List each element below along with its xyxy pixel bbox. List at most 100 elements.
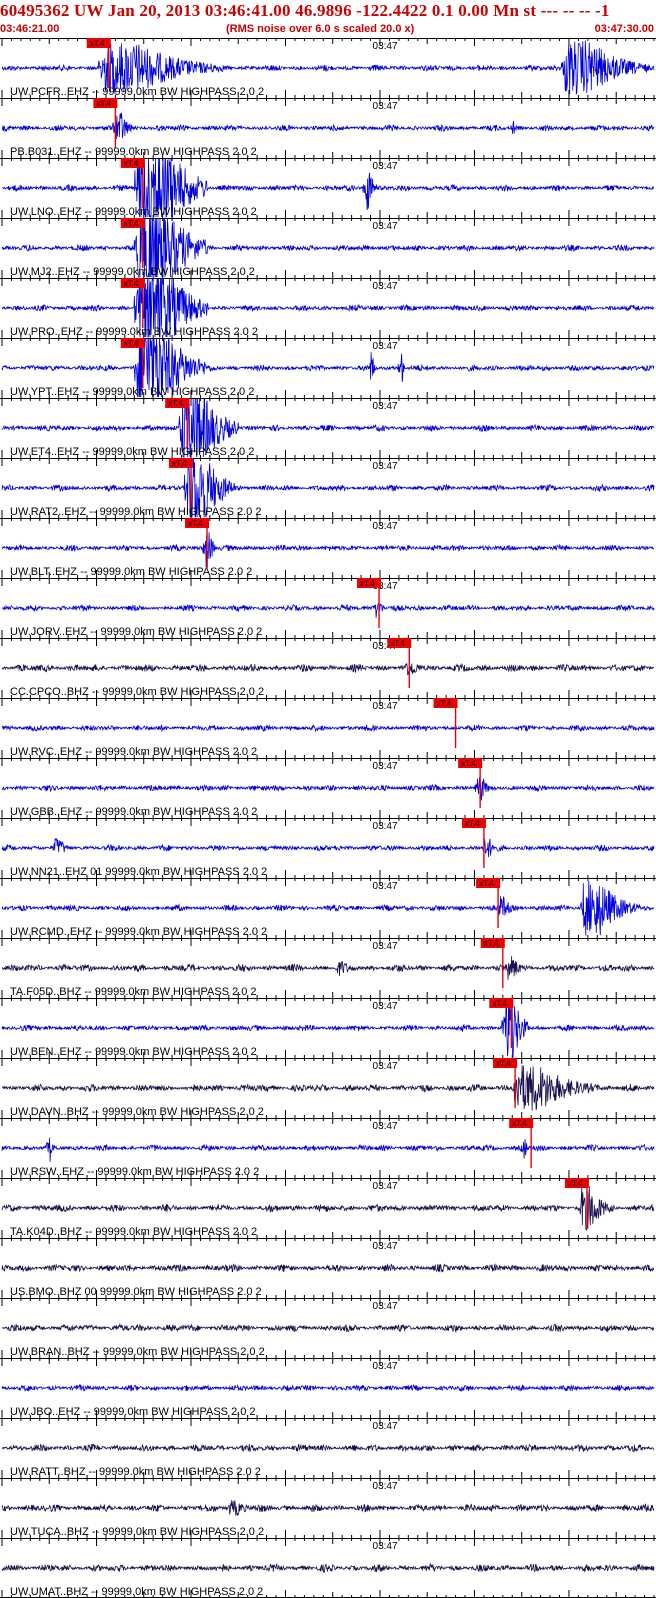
- pick-label: xT.4: [512, 1119, 527, 1128]
- pick-label: xT.4: [437, 699, 452, 708]
- pick-label: xT.4: [124, 279, 139, 288]
- trace-row: 03:47xT.4CC.CPCO..BHZ -- 99999.0km BW HI…: [0, 638, 656, 698]
- waveform: [1, 1186, 655, 1232]
- center-time-label: 03:47: [373, 341, 398, 352]
- trace-row: 03:47 xT.4 UW.DAVN..BHZ -- 99999.0km BW HI…: [0, 1058, 656, 1118]
- center-time-label: 03:47: [373, 161, 398, 172]
- center-time-label: 03:47: [373, 221, 398, 232]
- station-label: UW.GBB..EHZ -- 99999.0km BW HIGHPASS 2.0…: [10, 806, 257, 818]
- center-time-label: 03:47: [373, 1001, 398, 1012]
- plot-header: 60495362 UW Jan 20, 2013 03:46:41.00 46.…: [0, 0, 656, 38]
- pick-label: xT.4: [465, 819, 480, 828]
- station-label: UW.PRO..EHZ -- 99999.0km BW HIGHPASS 2.0…: [10, 326, 258, 338]
- center-time-label: 03:47: [373, 761, 398, 772]
- center-time-label: 03:47: [373, 101, 398, 112]
- station-label: UW.DAVN..BHZ -- 99999.0km BW HIGHPASS 2.…: [10, 1106, 264, 1118]
- waveform: [1, 1500, 655, 1516]
- trace-row: 03:47 xT.4 TA.K04D..BHZ -- 99999.0km BW HI…: [0, 1178, 656, 1238]
- trace-row: 03:47 xT.4 UW.RCMD..EHZ -- 99999.0km BW HI…: [0, 878, 656, 938]
- center-time-label: 03:47: [373, 1361, 398, 1372]
- station-label: UW.MJ2..EHZ -- 99999.0km BW HIGHPASS 2.0…: [10, 266, 255, 278]
- station-label: TA.F05D..BHZ -- 99999.0km BW HIGHPASS 2.…: [10, 986, 257, 998]
- trace-row: 03:47 xT.4 UW.ET4..EHZ -- 99999.0km BW HIG…: [0, 398, 656, 458]
- station-label: UW.RATT..BHZ -- 99999.0km BW HIGHPASS 2.…: [10, 1466, 261, 1478]
- station-label: UW.UMAT..BHZ -- 99999.0km BW HIGHPASS 2.…: [10, 1586, 263, 1598]
- trace-row: 03:47 UW.UMAT..BHZ -- 99999.0km BW HIGHPA…: [0, 1538, 656, 1598]
- pick-label: xT.4: [124, 159, 139, 168]
- waveform: [1, 602, 655, 618]
- station-label: UW.LNO..EHZ -- 99999.0km BW HIGHPASS 2.0…: [10, 206, 257, 218]
- center-time-label: 03:47: [373, 281, 398, 292]
- center-time-label: 03:47: [373, 1481, 398, 1492]
- pick-label: xT.4: [188, 519, 203, 528]
- station-label: PB.B031..EHZ -- 99999.0km BW HIGHPASS 2.…: [10, 146, 257, 158]
- station-label: UW.NN21..EHZ 01 99999.0km BW HIGHPASS 2.…: [10, 866, 267, 878]
- center-time-label: 03:47: [373, 461, 398, 472]
- waveform: [1, 956, 655, 980]
- center-time-label: 03:47: [373, 1421, 398, 1432]
- station-label: UW.PCFR..EHZ -- 99999.0km BW HIGHPASS 2.…: [10, 86, 264, 98]
- center-time-label: 03:47: [373, 821, 398, 832]
- station-label: UW.TUCA..BHZ -- 99999.0km BW HIGHPASS 2.…: [10, 1526, 264, 1538]
- trace-row: 03:47 xT.4 UW.PRO..EHZ -- 99999.0km BW HIG…: [0, 278, 656, 338]
- start-time: 03:46:21.00: [0, 23, 60, 35]
- station-label: UW.RAT2..EHZ -- 99999.0km BW HIGHPASS 2.…: [10, 506, 261, 518]
- station-label: UW.BRAN..BHZ -- 99999.0km BW HIGHPASS 2.…: [10, 1346, 265, 1358]
- waveform: [1, 1322, 655, 1334]
- pick-label: xT.4: [168, 399, 183, 408]
- trace-row: 03:47 xT.4 UW.MJ2..EHZ -- 99999.0km BW HIG…: [0, 218, 656, 278]
- center-time-label: 03:47: [373, 1241, 398, 1252]
- trace-row: 03:47 xT.4 PB.B031..EHZ -- 99999.0km BW HI…: [0, 98, 656, 158]
- station-label: UW.JORV..EHZ -- 99999.0km BW HIGHPASS 2.…: [10, 626, 262, 638]
- pick-label: xT.4: [124, 339, 139, 348]
- trace-row: 03:47 xT.4 UW.RVC..EHZ -- 99999.0km BW HIG…: [0, 698, 656, 758]
- pick-label: xT.4: [484, 939, 499, 948]
- waveform: [1, 1263, 655, 1273]
- center-time-label: 03:47: [373, 1301, 398, 1312]
- pick-label: xT.4: [96, 99, 111, 108]
- waveform: [1, 1065, 655, 1111]
- station-label: CC.CPCO..BHZ -- 99999.0km BW HIGHPASS 2.…: [10, 686, 264, 698]
- station-label: UW.ET4..EHZ -- 99999.0km BW HIGHPASS 2.0…: [10, 446, 254, 458]
- station-label: UW.BLT..EHZ -- 99999.0km BW HIGHPASS 2.0…: [10, 566, 252, 578]
- waveform: [1, 1383, 655, 1393]
- pick-label: xT.4: [461, 759, 476, 768]
- station-label: UW.RCMD..EHZ -- 99999.0km BW HIGHPASS 2.…: [10, 926, 267, 938]
- pick-label: xT.4: [492, 999, 507, 1008]
- trace-row: 03:47 xT.4 UW.BEN..EHZ -- 99999.0km BW HIG…: [0, 998, 656, 1058]
- pick-label: xT.4: [390, 639, 405, 648]
- waveform: [1, 662, 655, 676]
- station-label: UW.BEN..EHZ -- 99999.0km BW HIGHPASS 2.0…: [10, 1046, 257, 1058]
- trace-row: 03:47 UW.JBO..EHZ -- 99999.0km BW HIGHPAS…: [0, 1358, 656, 1418]
- station-label: UW.RSW..EHZ -- 99999.0km BW HIGHPASS 2.0…: [10, 1166, 259, 1178]
- waveform: [1, 532, 655, 569]
- trace-row: 03:47xT.4UW.JORV..EHZ -- 99999.0km BW HI…: [0, 578, 656, 638]
- waveform: [1, 777, 655, 801]
- trace-row: 03:47 xT.4 UW.PCFR..EHZ -- 99999.0km BW HI…: [0, 38, 656, 98]
- station-label: UW.YPT..EHZ -- 99999.0km BW HIGHPASS 2.0…: [10, 386, 254, 398]
- trace-row: 03:47 xT.4 TA.F05D..BHZ -- 99999.0km BW HI…: [0, 938, 656, 998]
- center-time-label: 03:47: [373, 1181, 398, 1192]
- center-time-label: 03:47: [373, 881, 398, 892]
- pick-label: xT.4: [124, 219, 139, 228]
- pick-label: xT.4: [568, 1179, 583, 1188]
- trace-row: 03:47 xT.4 UW.GBB..EHZ -- 99999.0km BW HIG…: [0, 758, 656, 818]
- waveform: [1, 112, 655, 140]
- seismogram-plot: 03:47xT.4UW.PCFR..EHZ -- 99999.0km BW HI…: [0, 38, 656, 1598]
- waveform: [1, 724, 655, 733]
- station-label: UW.JBO..EHZ -- 99999.0km BW HIGHPASS 2.0…: [10, 1406, 256, 1418]
- trace-row: 03:47 UW.BRAN..BHZ -- 99999.0km BW HIGHPA…: [0, 1298, 656, 1358]
- event-title: 60495362 UW Jan 20, 2013 03:46:41.00 46.…: [0, 1, 610, 20]
- station-label: TA.K04D..BHZ -- 99999.0km BW HIGHPASS 2.…: [10, 1226, 257, 1238]
- trace-row: 03:47 xT.4 UW.YPT..EHZ -- 99999.0km BW HIG…: [0, 338, 656, 398]
- center-time-label: 03:47: [373, 701, 398, 712]
- center-time-label: 03:47: [373, 1121, 398, 1132]
- trace-row: 03:47 US.BMO..BHZ 00 99999.0km BW HIGHPAS…: [0, 1238, 656, 1298]
- waveform: [1, 1443, 655, 1453]
- pick-label: xT.4: [90, 39, 105, 48]
- center-time-label: 03:47: [373, 1541, 398, 1552]
- pick-label: xT.4: [172, 459, 187, 468]
- pick-label: xT.4: [360, 579, 375, 588]
- trace-row: 03:47 xT.4 UW.RSW..EHZ -- 99999.0km BW HIG…: [0, 1118, 656, 1178]
- pick-label: xT.4: [479, 879, 494, 888]
